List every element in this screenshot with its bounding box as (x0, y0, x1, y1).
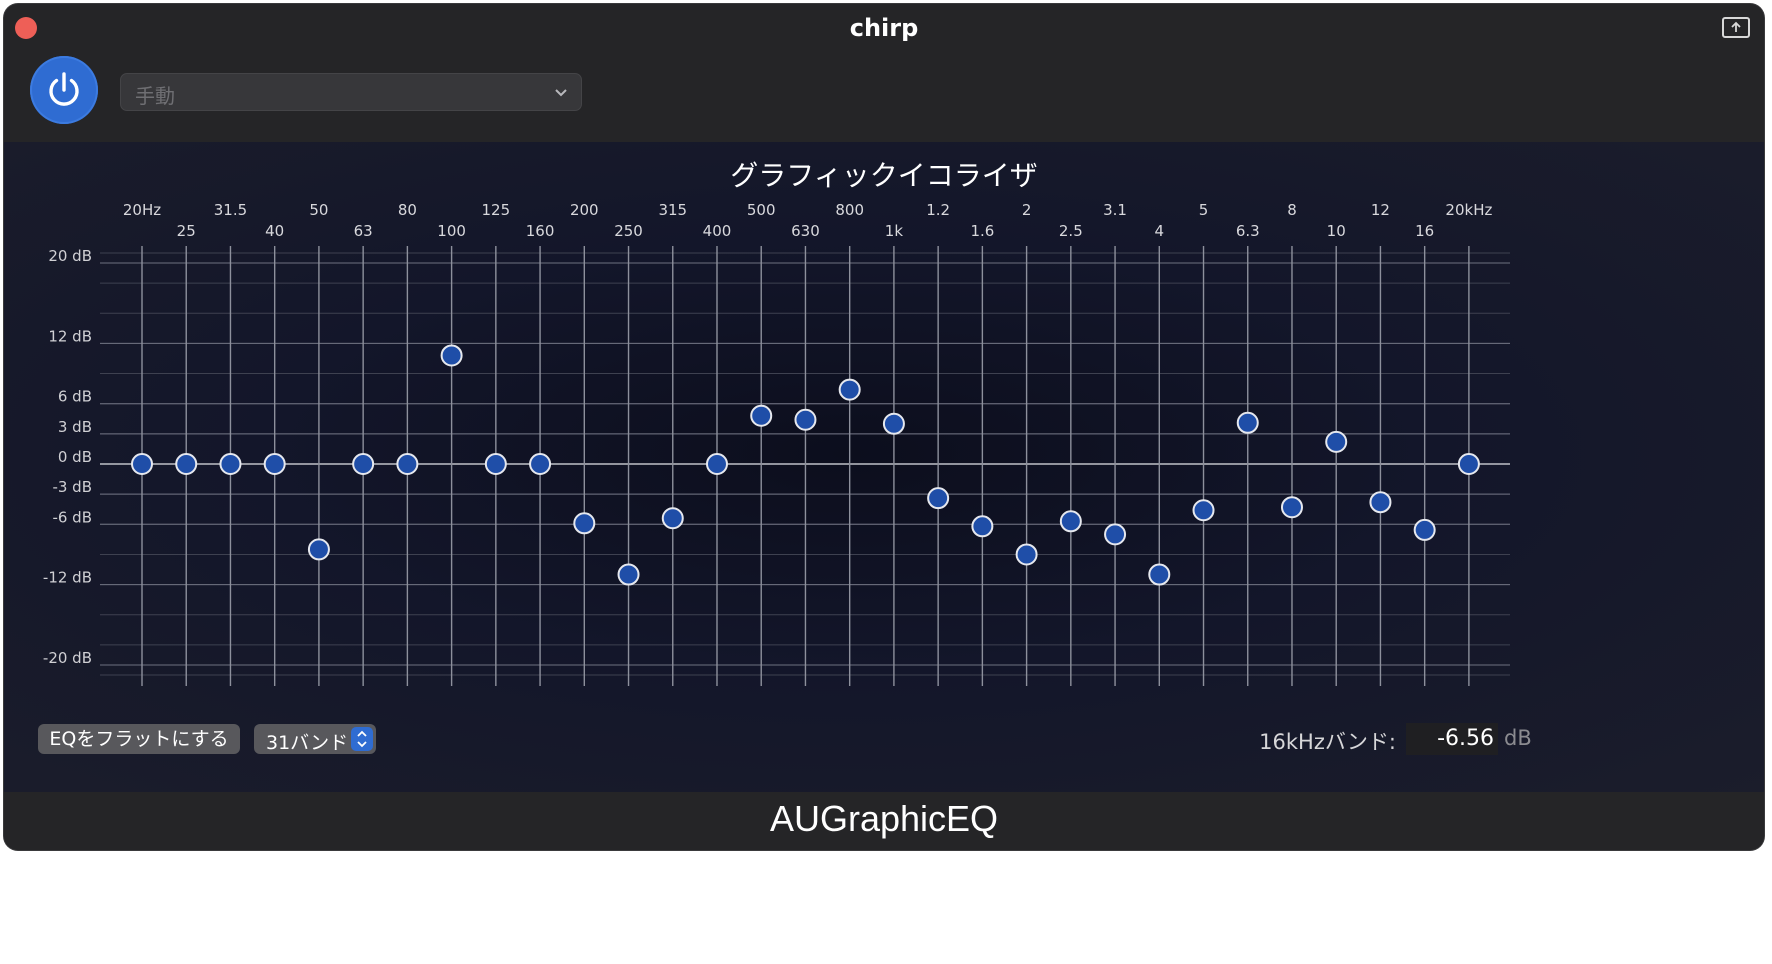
band-gain-handle[interactable] (529, 453, 552, 475)
band-gain-handle[interactable] (927, 487, 950, 510)
plugin-name: AUGraphicEQ (769, 798, 999, 839)
band-gain-handle[interactable] (307, 538, 330, 561)
frequency-label: 800 (835, 201, 864, 219)
frequency-label: 400 (703, 222, 732, 240)
band-gain-handle[interactable] (1457, 453, 1480, 475)
band-gain-handle[interactable] (1059, 510, 1082, 533)
frequency-label: 20kHz (1445, 201, 1492, 219)
selected-band-label: 16kHzバンド: (1259, 730, 1396, 754)
frequency-label: 1.2 (926, 201, 950, 219)
band-gain-handle[interactable] (794, 408, 817, 431)
window-title: chirp (849, 14, 919, 42)
preset-dropdown[interactable]: 手動 (120, 73, 582, 111)
frequency-label: 100 (437, 222, 466, 240)
frequency-label: 10 (1327, 222, 1346, 240)
share-icon (1731, 21, 1741, 32)
frequency-label: 1.6 (970, 222, 994, 240)
frequency-label: 3.1 (1103, 201, 1127, 219)
title-bar: chirp (4, 4, 1764, 50)
frequency-label: 250 (614, 222, 643, 240)
band-gain-handle[interactable] (1015, 543, 1038, 566)
frequency-label: 12 (1371, 201, 1390, 219)
export-button[interactable] (1722, 17, 1750, 38)
band-gain-value: -6.56 (1437, 726, 1494, 751)
band-gain-unit: dB (1504, 726, 1532, 750)
band-gain-handle[interactable] (661, 507, 684, 530)
frequency-label: 125 (482, 201, 511, 219)
frequency-label: 16 (1415, 222, 1434, 240)
frequency-label: 25 (177, 222, 196, 240)
band-gain-handle[interactable] (838, 378, 861, 401)
band-gain-handle[interactable] (1280, 496, 1303, 519)
frequency-label: 40 (265, 222, 284, 240)
chevron-down-icon (555, 89, 567, 97)
bypass-power-button[interactable] (30, 56, 98, 124)
db-tick-label: -6 dB (52, 508, 92, 526)
band-gain-handle[interactable] (971, 515, 994, 538)
band-gain-handle[interactable] (1413, 518, 1436, 541)
db-tick-label: 12 dB (48, 327, 92, 345)
db-tick-label: -3 dB (52, 478, 92, 496)
db-tick-label: 6 dB (58, 388, 92, 406)
band-gain-handle[interactable] (617, 563, 640, 586)
frequency-label: 160 (526, 222, 555, 240)
band-gain-handle[interactable] (219, 453, 242, 475)
band-gain-handle[interactable] (1104, 523, 1127, 546)
flatten-eq-button[interactable]: EQをフラットにする (38, 724, 240, 754)
band-gain-handle[interactable] (263, 453, 286, 475)
frequency-label: 4 (1155, 222, 1165, 240)
band-gain-handle[interactable] (750, 404, 773, 427)
db-tick-label: -12 dB (43, 569, 92, 587)
band-gain-handle[interactable] (1192, 499, 1215, 522)
frequency-label: 1k (885, 222, 904, 240)
frequency-label: 50 (309, 201, 328, 219)
band-count-select[interactable]: 31バンド (254, 724, 376, 754)
frequency-label: 8 (1287, 201, 1297, 219)
frequency-label: 315 (658, 201, 687, 219)
band-gain-handle[interactable] (440, 344, 463, 367)
frequency-label: 80 (398, 201, 417, 219)
band-gain-handle[interactable] (573, 512, 596, 535)
eq-panel: グラフィックイコライザ 20 dB 12 dB 6 dB 3 dB 0 dB -3 dB -… (4, 142, 1764, 792)
db-tick-label: -20 dB (43, 649, 92, 667)
frequency-label: 5 (1199, 201, 1209, 219)
band-gain-handle[interactable] (396, 453, 419, 475)
band-gain-handle[interactable] (1369, 491, 1392, 514)
plugin-window: chirp 手動 グラフィックイコライザ 20 dB 12 dB 6 dB 3 dB 0… (4, 4, 1764, 850)
band-gain-handle[interactable] (882, 412, 905, 435)
power-icon (49, 72, 79, 106)
db-tick-label: 3 dB (58, 418, 92, 436)
frequency-label: 2.5 (1059, 222, 1083, 240)
db-tick-label: 0 dB (58, 448, 92, 466)
band-gain-handle[interactable] (1148, 563, 1171, 586)
band-gain-handle[interactable] (1236, 411, 1259, 434)
band-gain-handle[interactable] (352, 453, 375, 475)
band-gain-handle[interactable] (1325, 430, 1348, 453)
band-gain-input[interactable]: -6.56 (1406, 723, 1498, 755)
frequency-label: 500 (747, 201, 776, 219)
frequency-label: 200 (570, 201, 599, 219)
db-tick-label: 20 dB (48, 247, 92, 265)
frequency-label: 20Hz (123, 201, 161, 219)
frequency-label: 630 (791, 222, 820, 240)
stepper-arrows-icon (351, 727, 373, 751)
band-count-value: 31バンド (266, 732, 349, 754)
frequency-label: 31.5 (214, 201, 247, 219)
band-gain-handle[interactable] (131, 453, 153, 475)
band-gain-handle[interactable] (484, 453, 507, 475)
frequency-label: 6.3 (1236, 222, 1260, 240)
eq-graph: 20 dB 12 dB 6 dB 3 dB 0 dB -3 dB -6 dB -12 dB -2… (43, 201, 1510, 686)
band-gain-handle[interactable] (175, 453, 198, 475)
preset-value: 手動 (135, 84, 175, 108)
frequency-label: 2 (1022, 201, 1032, 219)
plugin-footer: AUGraphicEQ (4, 792, 1764, 850)
eq-title: グラフィックイコライザ (730, 159, 1038, 192)
band-gain-handle[interactable] (705, 453, 728, 475)
frequency-label: 63 (354, 222, 373, 240)
